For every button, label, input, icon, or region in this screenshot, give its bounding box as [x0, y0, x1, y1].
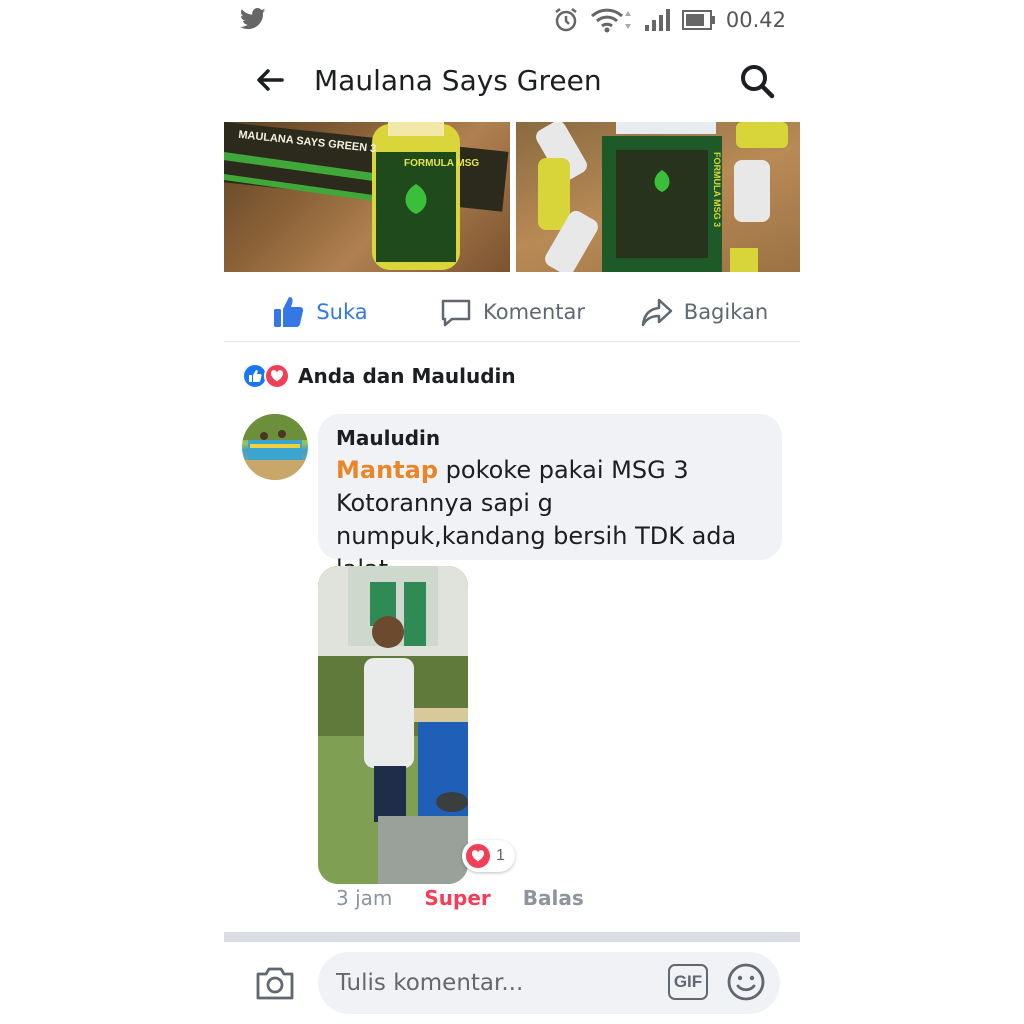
reactions-summary[interactable]: Anda dan Mauludin — [242, 360, 516, 392]
search-icon[interactable] — [738, 62, 776, 100]
share-button[interactable]: Bagikan — [608, 282, 800, 341]
comment-bubble[interactable]: Mauludin Mantap pokoke pakai MSG 3 Kotor… — [318, 414, 782, 583]
product-photo-illustration — [536, 122, 788, 272]
comment-reaction-badge[interactable]: 1 — [462, 840, 515, 872]
reactions-summary-text: Anda dan Mauludin — [298, 364, 516, 388]
thumbs-up-icon — [274, 296, 304, 327]
phone-screen: 00.42 Maulana Says Green MAULANA SAYS GR… — [224, 0, 800, 1024]
love-reaction-icon — [264, 363, 290, 389]
like-button[interactable]: Suka — [224, 282, 416, 341]
camera-icon[interactable] — [254, 964, 296, 1002]
post-photo-2[interactable]: FORMULA MSG 3 — [516, 122, 800, 272]
comment-meta: 3 jam Super Balas — [336, 886, 584, 910]
post-photo-1[interactable]: MAULANA SAYS GREEN 3 FORMULA MSG — [224, 122, 510, 272]
photo-2-label-text: FORMULA MSG 3 — [712, 152, 722, 228]
app-header: Maulana Says Green — [224, 50, 800, 112]
comment-photo-illustration — [318, 566, 468, 884]
share-label: Bagikan — [683, 299, 769, 324]
status-bar: 00.42 — [224, 0, 800, 40]
post-photos: MAULANA SAYS GREEN 3 FORMULA MSG FORMULA… — [224, 122, 800, 272]
battery-icon — [681, 10, 715, 30]
avatar[interactable] — [242, 414, 308, 480]
wifi-icon — [590, 8, 631, 33]
gif-button[interactable]: GIF — [668, 964, 708, 1000]
arrow-left-icon[interactable] — [254, 64, 286, 96]
divider — [224, 932, 800, 942]
super-reaction-button[interactable]: Super — [424, 886, 490, 910]
comment-composer: GIF — [224, 950, 800, 1020]
reply-button[interactable]: Balas — [523, 886, 584, 910]
avatar-image — [242, 414, 308, 480]
post-actions: Suka Komentar Bagikan — [224, 282, 800, 342]
comment-button[interactable]: Komentar — [416, 282, 608, 341]
comment-icon — [441, 299, 471, 326]
share-icon — [641, 298, 673, 326]
signal-icon — [644, 9, 670, 31]
comment-photo[interactable] — [318, 566, 468, 884]
page-title: Maulana Says Green — [314, 64, 602, 97]
comment-timestamp: 3 jam — [336, 886, 393, 910]
like-label: Suka — [316, 299, 368, 324]
reaction-count: 1 — [496, 847, 505, 864]
comment-author[interactable]: Mauludin — [336, 426, 764, 450]
twitter-icon — [240, 8, 266, 30]
emoji-icon[interactable] — [726, 962, 766, 1002]
comment-input[interactable] — [318, 952, 780, 1014]
comment-label: Komentar — [483, 299, 585, 324]
status-icons: 00.42 — [552, 6, 786, 34]
photo-1-label-text: FORMULA MSG — [404, 158, 480, 169]
clock: 00.42 — [725, 8, 786, 32]
alarm-icon — [555, 8, 577, 32]
heart-icon — [466, 844, 490, 868]
comment-highlight[interactable]: Mantap — [336, 456, 438, 484]
